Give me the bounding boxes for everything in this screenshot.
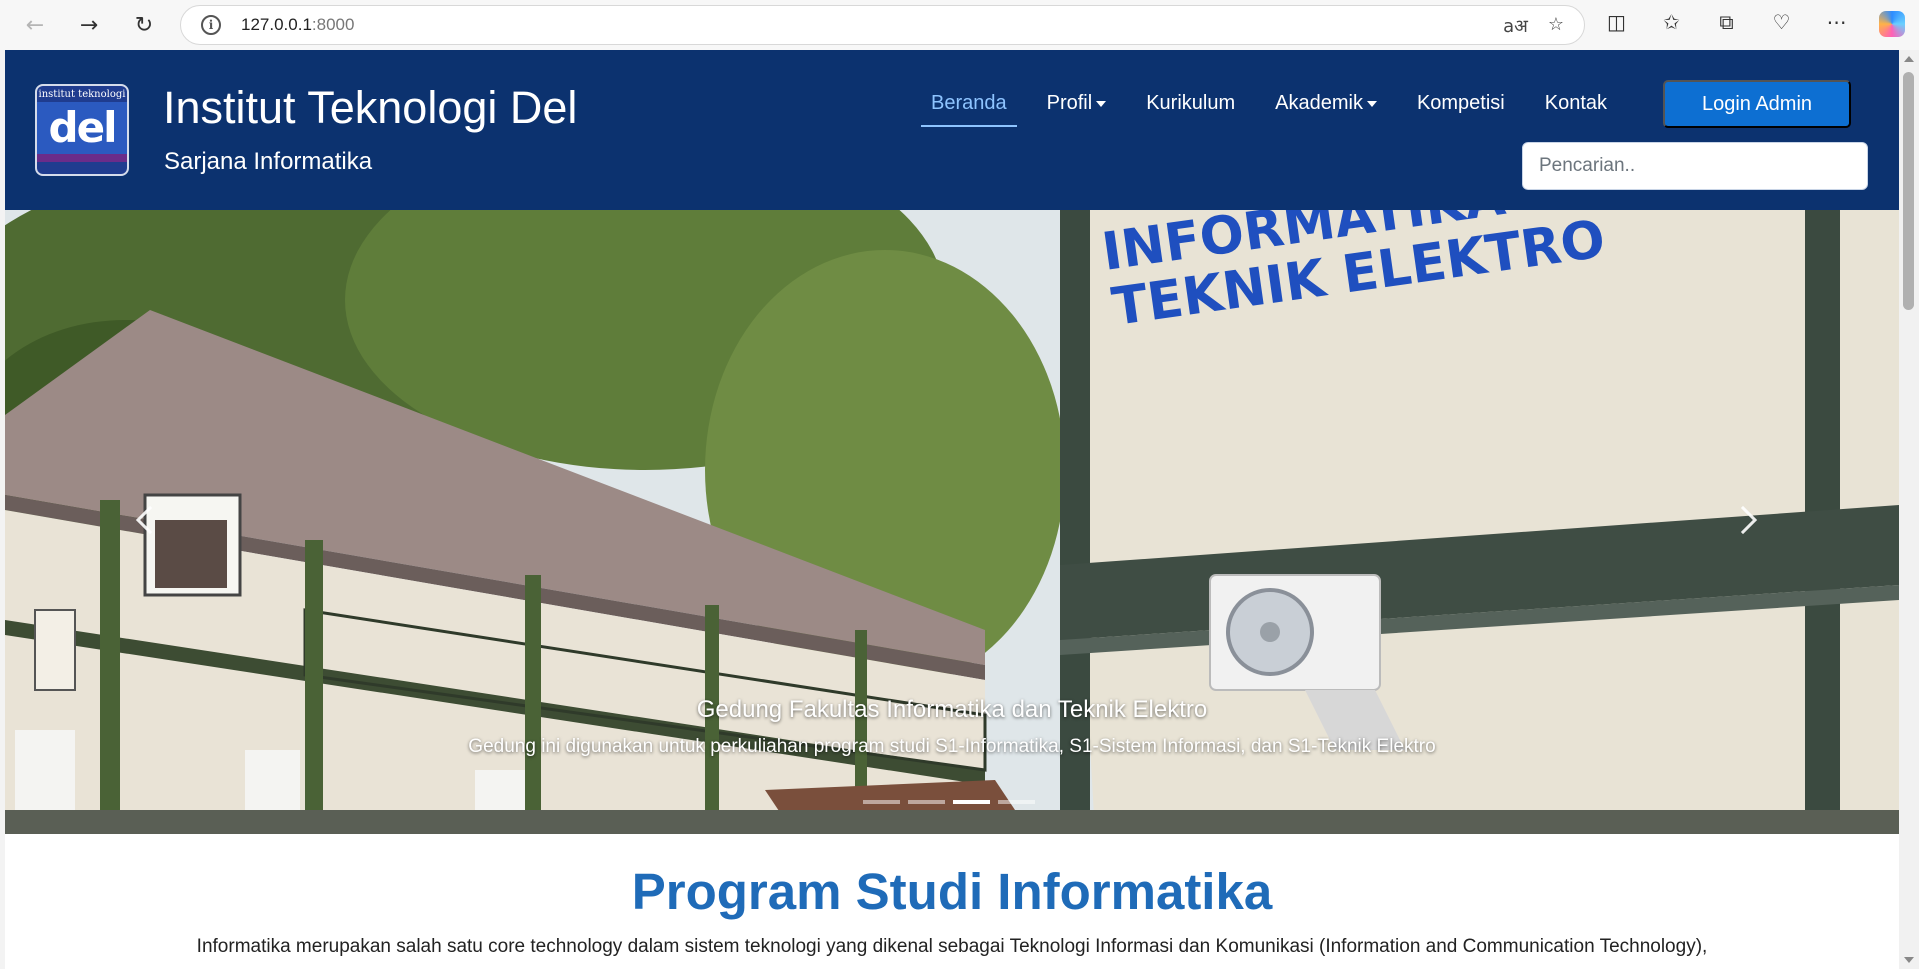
carousel-indicator-active[interactable] xyxy=(953,800,990,804)
carousel-indicator[interactable] xyxy=(908,800,945,804)
nav-profil[interactable]: Profil xyxy=(1027,80,1127,127)
hero-carousel: INFORMATIKA TEKNIK ELEKTRO Gedung Fakult… xyxy=(5,210,1899,834)
nav-label: Akademik xyxy=(1275,92,1363,114)
nav-kontak[interactable]: Kontak xyxy=(1525,80,1627,127)
nav-label: Profil xyxy=(1046,92,1093,114)
refresh-icon[interactable]: ↻ xyxy=(127,8,161,42)
nav-label: Kompetisi xyxy=(1416,92,1505,114)
carousel-prev-icon[interactable] xyxy=(130,490,170,550)
more-icon[interactable]: ⋯ xyxy=(1809,10,1864,37)
nav-beranda[interactable]: Beranda xyxy=(911,80,1027,127)
carousel-indicators xyxy=(863,800,1035,804)
url-port: :8000 xyxy=(311,15,355,34)
main-navbar: Beranda Profil Kurikulum Akademik Kompet… xyxy=(911,80,1627,127)
nav-akademik[interactable]: Akademik xyxy=(1255,80,1397,127)
web-page: institut teknologi del Institut Teknolog… xyxy=(5,50,1899,969)
url-text[interactable]: 127.0.0.1:8000 xyxy=(241,15,354,35)
nav-label: Kontak xyxy=(1544,92,1608,114)
address-bar[interactable]: i 127.0.0.1:8000 aअ ☆ xyxy=(180,5,1585,45)
nav-label: Beranda xyxy=(931,92,1007,114)
site-title: Institut Teknologi Del xyxy=(163,82,578,133)
section-title: Program Studi Informatika xyxy=(631,863,1273,920)
forward-icon[interactable]: → xyxy=(72,8,106,42)
scroll-up-icon[interactable] xyxy=(1904,56,1914,62)
carousel-caption-title: Gedung Fakultas Informatika dan Teknik E… xyxy=(696,696,1208,723)
carousel-indicator[interactable] xyxy=(998,800,1035,804)
logo[interactable]: institut teknologi del xyxy=(35,84,129,176)
browser-toolbar: ← → ↻ i 127.0.0.1:8000 aअ ☆ ◫ ✩ ⧉ ♡ ⋯ xyxy=(0,0,1919,50)
scroll-down-icon[interactable] xyxy=(1904,957,1914,963)
site-header: institut teknologi del Institut Teknolog… xyxy=(5,50,1899,210)
copilot-icon[interactable] xyxy=(1864,10,1919,37)
carousel-caption-text: Gedung ini digunakan untuk perkuliahan p… xyxy=(468,736,1436,757)
logo-word: del xyxy=(37,102,127,154)
split-screen-icon[interactable]: ◫ xyxy=(1589,10,1644,37)
search-input[interactable] xyxy=(1522,142,1868,190)
favorite-star-icon[interactable]: ☆ xyxy=(1548,14,1564,38)
read-aloud-icon[interactable]: aअ xyxy=(1503,14,1528,38)
section-text: Informatika merupakan salah satu core te… xyxy=(196,936,1708,957)
login-admin-button[interactable]: Login Admin xyxy=(1663,80,1851,128)
carousel-indicator[interactable] xyxy=(863,800,900,804)
nav-kurikulum[interactable]: Kurikulum xyxy=(1126,80,1255,127)
browser-essentials-icon[interactable]: ♡ xyxy=(1754,10,1809,37)
page-scrollbar[interactable] xyxy=(1899,50,1919,969)
logo-text: institut teknologi xyxy=(37,86,127,102)
site-subtitle: Sarjana Informatika xyxy=(164,148,373,175)
nav-label: Kurikulum xyxy=(1146,92,1236,114)
caret-down-icon xyxy=(1366,100,1377,107)
carousel-next-icon[interactable] xyxy=(1723,490,1763,550)
collections-icon[interactable]: ⧉ xyxy=(1699,10,1754,37)
url-host: 127.0.0.1 xyxy=(241,15,312,34)
back-icon[interactable]: ← xyxy=(18,8,52,42)
favorites-icon[interactable]: ✩ xyxy=(1644,10,1699,37)
caret-down-icon xyxy=(1096,100,1107,107)
scroll-thumb[interactable] xyxy=(1903,72,1914,310)
site-info-icon[interactable]: i xyxy=(201,15,221,35)
nav-kompetisi[interactable]: Kompetisi xyxy=(1397,80,1525,127)
